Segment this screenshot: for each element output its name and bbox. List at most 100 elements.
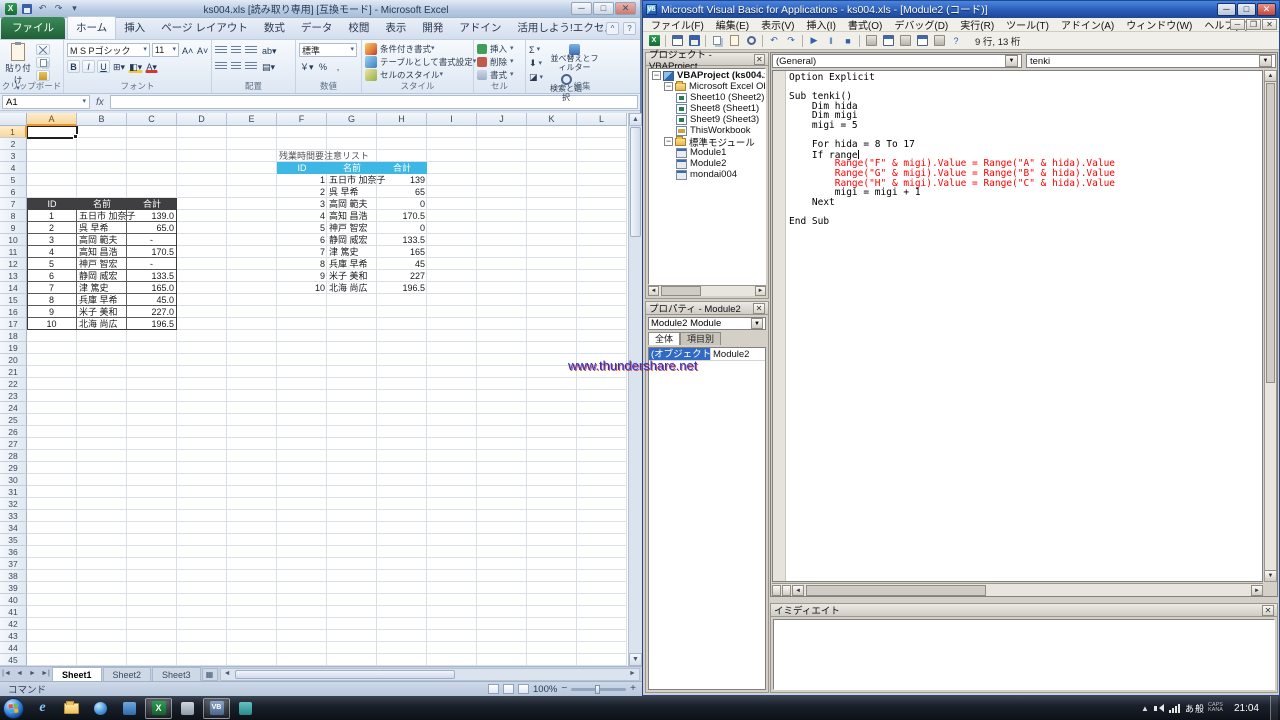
cell-G14[interactable]: 北海 尚広 — [327, 282, 377, 294]
vba-title-bar[interactable]: VB Microsoft Visual Basic for Applicatio… — [643, 1, 1279, 18]
code-horizontal-scrollbar[interactable]: ◄ ► — [772, 583, 1263, 596]
cell-C15[interactable]: 45.0 — [127, 294, 177, 306]
font-color-button[interactable]: A▾ — [145, 60, 158, 73]
cell-A11[interactable]: 4 — [27, 246, 77, 258]
cell-G8[interactable]: 高知 昌浩 — [327, 210, 377, 222]
cell-G11[interactable]: 津 篤史 — [327, 246, 377, 258]
cell-A15[interactable]: 8 — [27, 294, 77, 306]
normal-view-icon[interactable] — [488, 684, 499, 694]
menu-ウィンドウ(W)[interactable]: ウィンドウ(W) — [1120, 17, 1198, 32]
qat-dropdown-icon[interactable]: ▾ — [67, 2, 82, 16]
tree-item-標準モジュール[interactable]: −標準モジュール — [649, 136, 765, 147]
row-header-39[interactable]: 39 — [0, 582, 27, 594]
excel-logo-icon[interactable]: X — [3, 2, 18, 16]
row-header-15[interactable]: 15 — [0, 294, 27, 306]
code-line-6[interactable]: migi = 5 — [789, 121, 1260, 131]
margin-indicator-bar[interactable] — [773, 71, 786, 581]
scroll-right-icon[interactable]: ► — [1251, 585, 1263, 596]
ribbon-tab-挿入[interactable]: 挿入 — [116, 17, 153, 39]
menu-ツール(T)[interactable]: ツール(T) — [1000, 17, 1055, 32]
vertical-scrollbar[interactable]: ▲ ▼ — [628, 113, 642, 666]
object-browser-icon[interactable] — [914, 33, 930, 48]
properties-panel-close-icon[interactable]: ✕ — [753, 303, 765, 314]
cell-C14[interactable]: 165.0 — [127, 282, 177, 294]
cell-H7[interactable]: 0 — [377, 198, 427, 210]
show-desktop-button[interactable] — [1270, 696, 1278, 720]
italic-button[interactable]: I — [82, 60, 95, 73]
child-restore-button[interactable]: ❐ — [1246, 19, 1261, 30]
code-line-15[interactable] — [789, 207, 1260, 217]
row-header-4[interactable]: 4 — [0, 162, 27, 174]
row-header-36[interactable]: 36 — [0, 546, 27, 558]
project-panel-hscrollbar[interactable]: ◄ ► — [648, 285, 766, 296]
insert-function-icon[interactable]: fx — [92, 97, 108, 108]
code-editor[interactable]: Option ExplicitSub tenki() Dim hida Dim … — [772, 70, 1263, 582]
row-header-10[interactable]: 10 — [0, 234, 27, 246]
procedure-dropdown[interactable]: tenki▼ — [1026, 54, 1276, 68]
format-as-table-button[interactable]: テーブルとして書式設定▾ — [365, 55, 471, 68]
scroll-down-icon[interactable]: ▼ — [1265, 570, 1276, 581]
code-line-5[interactable]: Dim migi — [789, 111, 1260, 121]
undo-icon[interactable]: ↶ — [766, 33, 782, 48]
ribbon-tab-ページ レイアウト[interactable]: ページ レイアウト — [153, 17, 256, 39]
insert-worksheet-button[interactable]: ▦ — [202, 668, 218, 681]
code-line-4[interactable]: Dim hida — [789, 102, 1260, 112]
tree-item-Sheet9 (Sheet3)[interactable]: Sheet9 (Sheet3) — [649, 114, 765, 125]
selected-cell-A1[interactable] — [27, 126, 78, 139]
save-icon[interactable] — [19, 2, 34, 16]
cell-A10[interactable]: 3 — [27, 234, 77, 246]
cell-H8[interactable]: 170.5 — [377, 210, 427, 222]
properties-tab-categorized[interactable]: 項目別 — [680, 332, 721, 345]
row-header-8[interactable]: 8 — [0, 210, 27, 222]
zoom-in-icon[interactable]: + — [630, 684, 636, 694]
tree-item-mondai004[interactable]: mondai004 — [649, 169, 765, 180]
cells-area[interactable]: 残業時間要注意リストID名前合計1五日市 加奈子139.02呉 早希65.03高… — [27, 126, 627, 666]
split-handle[interactable] — [782, 585, 791, 596]
ribbon-tab-ホーム[interactable]: ホーム — [67, 16, 116, 39]
fill-button[interactable]: ⬇▾ — [529, 57, 543, 70]
zoom-slider[interactable] — [571, 688, 626, 691]
scroll-left-icon[interactable]: ◄ — [648, 286, 659, 296]
cell-C12[interactable]: - — [127, 258, 177, 270]
vba-close-button[interactable]: ✕ — [1257, 3, 1276, 16]
ribbon-tab-データ[interactable]: データ — [293, 17, 341, 39]
zoom-slider-thumb[interactable] — [595, 685, 600, 694]
cell-G9[interactable]: 神戸 智宏 — [327, 222, 377, 234]
row-header-35[interactable]: 35 — [0, 534, 27, 546]
row-header-28[interactable]: 28 — [0, 450, 27, 462]
project-explorer-icon[interactable] — [880, 33, 896, 48]
code-line-16[interactable]: End Sub — [789, 217, 1260, 227]
redo-icon[interactable]: ↷ — [783, 33, 799, 48]
cell-C13[interactable]: 133.5 — [127, 270, 177, 282]
row-header-21[interactable]: 21 — [0, 366, 27, 378]
taskbar-icon-excel[interactable]: X — [145, 698, 172, 719]
row-header-17[interactable]: 17 — [0, 318, 27, 330]
ribbon-tab-アドイン[interactable]: アドイン — [451, 17, 509, 39]
bold-button[interactable]: B — [67, 60, 80, 73]
row-header-18[interactable]: 18 — [0, 330, 27, 342]
excel-close-button[interactable]: ✕ — [615, 2, 636, 15]
child-close-button[interactable]: ✕ — [1262, 19, 1277, 30]
run-icon[interactable]: ▶ — [806, 33, 822, 48]
column-header-E[interactable]: E — [227, 113, 277, 126]
cell-C16[interactable]: 227.0 — [127, 306, 177, 318]
cell-F12[interactable]: 8 — [277, 258, 327, 270]
row-header-25[interactable]: 25 — [0, 414, 27, 426]
row-header-45[interactable]: 45 — [0, 654, 27, 666]
row-header-5[interactable]: 5 — [0, 174, 27, 186]
font-size-combo[interactable]: 11▾ — [152, 43, 179, 57]
tree-item-VBAProject (ks004.xls)[interactable]: −VBAProject (ks004.xls) — [649, 70, 765, 81]
copy-button[interactable] — [36, 57, 50, 68]
row-header-1[interactable]: 1 — [0, 126, 27, 138]
align-top-icon[interactable] — [215, 46, 227, 55]
excel-maximize-button[interactable]: □ — [593, 2, 614, 15]
expander-icon[interactable]: − — [652, 71, 661, 80]
cell-B11[interactable]: 高知 昌浩 — [77, 246, 127, 258]
row-header-24[interactable]: 24 — [0, 402, 27, 414]
row-header-3[interactable]: 3 — [0, 150, 27, 162]
column-header-C[interactable]: C — [127, 113, 177, 126]
name-box[interactable]: A1▾ — [2, 95, 90, 109]
minimize-ribbon-icon[interactable]: ^ — [606, 22, 619, 35]
cell-B15[interactable]: 兵庫 早希 — [77, 294, 127, 306]
horizontal-scroll-thumb[interactable] — [235, 670, 455, 679]
